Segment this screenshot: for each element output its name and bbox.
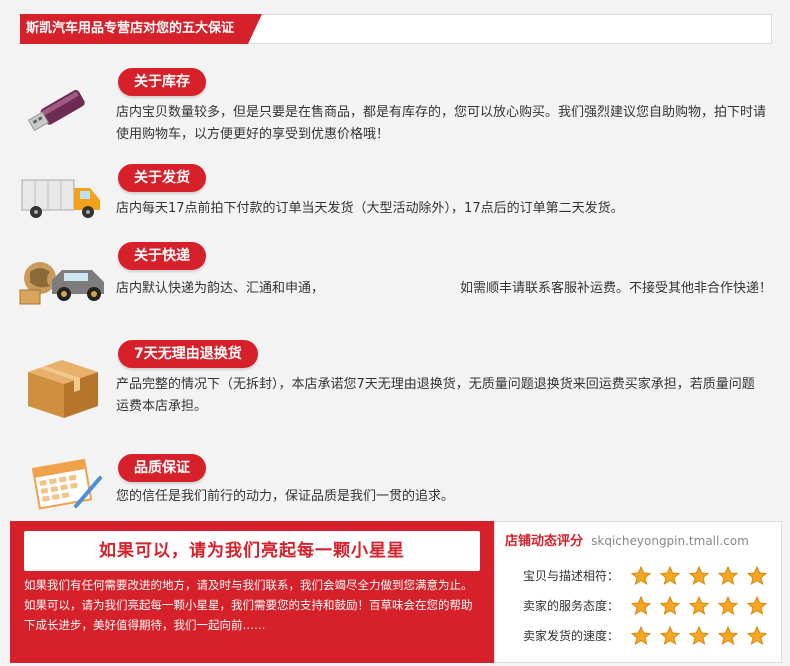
- rating-label: 宝贝与描述相符：: [522, 569, 619, 583]
- shop-url-link[interactable]: skqicheyongpin.tmall.com: [591, 534, 749, 548]
- star-icon[interactable]: [631, 626, 651, 646]
- express-text-a: 店内默认快递为韵达、汇通和申通，: [116, 281, 325, 296]
- star-icon[interactable]: [660, 566, 681, 586]
- rating-panel: 店铺动态评分 skqicheyongpin.tmall.com 宝贝与描述相符：…: [494, 521, 782, 663]
- star-icon[interactable]: [718, 566, 739, 586]
- star-icon[interactable]: [747, 566, 768, 586]
- shipping-text: 店内每天17点前拍下付款的订单当天发货（大型活动除外），17点后的订单第二天发货…: [116, 201, 624, 216]
- star-group: [631, 566, 771, 590]
- delivery-truck-icon: [18, 168, 108, 228]
- star-icon[interactable]: [747, 596, 768, 616]
- star-icon[interactable]: [631, 566, 651, 586]
- usb-drive-icon: [18, 76, 108, 136]
- rating-label: 卖家发货的速度：: [522, 629, 619, 643]
- quality-text: 您的信任是我们前行的动力，保证品质是我们一贯的追求。: [116, 489, 455, 504]
- appeal-message: 如果我们有任何需要改进的地方，请及时与我们联系，我们会竭尽全力做到您满意为止。如…: [24, 578, 473, 632]
- star-icon[interactable]: [689, 626, 710, 646]
- rating-row-description: 宝贝与描述相符：: [495, 564, 783, 588]
- star-icon[interactable]: [660, 626, 681, 646]
- quality-label: 品质保证: [118, 454, 206, 482]
- guarantee-header: 斯凯汽车用品专营店对您的五大保证: [20, 14, 772, 44]
- express-car-icon: [18, 250, 108, 310]
- star-group: [631, 626, 771, 650]
- star-icon[interactable]: [631, 596, 651, 616]
- rating-row-speed: 卖家发货的速度：: [495, 624, 783, 648]
- star-icon[interactable]: [689, 566, 710, 586]
- star-icon[interactable]: [718, 596, 739, 616]
- star-icon[interactable]: [747, 626, 768, 646]
- express-text-b: 如需顺丰请联系客服补运费。不接受其他非合作快递！: [460, 281, 773, 296]
- rating-row-service: 卖家的服务态度：: [495, 594, 783, 618]
- package-box-icon: [18, 350, 108, 418]
- rating-title: 店铺动态评分: [505, 534, 584, 549]
- star-group: [631, 596, 771, 620]
- express-label: 关于快递: [118, 242, 206, 270]
- star-icon[interactable]: [689, 596, 710, 616]
- shipping-label: 关于发货: [118, 164, 206, 192]
- header-title: 斯凯汽车用品专营店对您的五大保证: [20, 14, 263, 44]
- return-label: 7天无理由退换货: [118, 340, 258, 368]
- bottom-area: 如果可以，请为我们亮起每一颗小星星 如果我们有任何需要改进的地方，请及时与我们联…: [10, 521, 782, 663]
- stock-text: 店内宝贝数量较多，但是只要是在售商品，都是有库存的，您可以放心购买。我们强烈建议…: [116, 105, 767, 142]
- appeal-title-box: 如果可以，请为我们亮起每一颗小星星: [24, 531, 480, 571]
- return-text: 产品完整的情况下（无拆封），本店承诺您7天无理由退换货，无质量问题退换货来回运费…: [116, 377, 755, 414]
- calendar-pen-icon: [18, 454, 108, 514]
- stock-label: 关于库存: [118, 68, 206, 96]
- star-icon[interactable]: [718, 626, 739, 646]
- star-icon[interactable]: [660, 596, 681, 616]
- appeal-panel: 如果可以，请为我们亮起每一颗小星星 如果我们有任何需要改进的地方，请及时与我们联…: [10, 521, 494, 663]
- appeal-title: 如果可以，请为我们亮起每一颗小星星: [99, 541, 405, 561]
- rating-header: 店铺动态评分 skqicheyongpin.tmall.com: [505, 530, 749, 549]
- rating-label: 卖家的服务态度：: [522, 599, 619, 613]
- express-text: 店内默认快递为韵达、汇通和申通， 如需顺丰请联系客服补运费。不接受其他非合作快递！: [116, 278, 776, 300]
